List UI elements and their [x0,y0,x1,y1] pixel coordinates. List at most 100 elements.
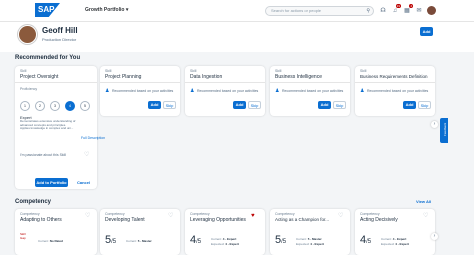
card-kind: Skill [20,69,27,73]
current-rating: Current: 4 - Expert [211,237,236,241]
card-name: Project Planning [105,74,142,80]
competency-card[interactable]: Competency Acting as a Champion for... ♡… [270,209,350,255]
competency-card[interactable]: Competency Leveraging Opportunities ♥ 4/… [185,209,265,255]
skill-card[interactable]: Skill Business Intelligence ♟ Recommende… [270,66,350,116]
recommended-title: Recommended for You [15,55,81,61]
expected-rating: Expected: 4 - Expert [211,242,239,246]
profile-title: Production Director [42,37,77,42]
chat-icon[interactable]: ✉ [414,6,424,16]
cancel-button[interactable]: Cancel [77,180,90,185]
score-max: /5 [281,239,287,245]
shell-bar: SAP Growth Portfolio ▾ Search for action… [0,0,474,22]
card-name: Adapting to Others [20,217,62,223]
card-kind: Competency [20,212,40,216]
recommendation-icon: ♟ [105,88,110,94]
view-all-link[interactable]: View All [416,199,431,204]
level-3-radio[interactable]: 3 [50,101,60,111]
current-rating: Current: No Rated [38,239,63,243]
headset-icon[interactable]: ☊ [378,6,388,16]
current-label: Current: [381,237,392,241]
competency-card[interactable]: Competency Developing Talent ♡ 5/5 Curre… [100,209,180,255]
divider [15,82,97,83]
profile-header: Geoff Hill Production Director Add [0,22,474,52]
card-kind: Skill [190,69,197,73]
feedback-tab[interactable]: Feedback [440,118,448,143]
skip-button[interactable]: Skip [248,101,261,109]
bell-icon[interactable]: ♫ 19 [390,4,401,16]
add-button[interactable]: Add [148,101,161,109]
level-1-radio[interactable]: 1 [20,101,30,111]
recommendation-text: Recommended based on your activities [197,89,259,93]
scroll-right-button[interactable]: › [431,121,438,128]
notification-badge: 19 [395,4,401,8]
current-value: 5 - Master [137,239,152,243]
current-label: Current: [211,237,222,241]
level-4-radio[interactable]: 4 [65,101,75,111]
sap-logo[interactable]: SAP [35,3,60,17]
heart-icon[interactable]: ♡ [168,213,173,219]
competency-score: 5/5 [105,234,116,246]
add-button[interactable]: Add [403,101,416,109]
passion-text: I'm passionate about this Skill [20,153,66,157]
apps-badge: 4 [409,4,413,8]
current-value: 4 - Expert [222,237,237,241]
heart-icon[interactable]: ♡ [423,213,428,219]
card-name: Acting as a Champion for... [275,217,330,222]
skip-button[interactable]: Skip [163,101,176,109]
competency-card[interactable]: Competency Acting Decisively ♡ 4/5 Curre… [355,209,435,255]
expected-value: 4 - Expert [225,242,239,246]
add-button[interactable]: Add [233,101,246,109]
heart-icon[interactable]: ♡ [338,213,343,219]
competency-score: 4/5 [360,234,371,246]
card-kind: Competency [275,212,295,216]
add-button[interactable]: Add [420,27,433,36]
skip-button[interactable]: Skip [333,101,346,109]
app-menu-button[interactable]: Growth Portfolio ▾ [85,7,128,13]
divider [100,82,180,83]
level-description: Demonstrates extensive understanding of … [20,119,76,131]
recommendation-text: Recommended based on your activities [112,89,174,93]
score-max: /5 [111,239,117,245]
current-rating: Current: 5 - Master [296,237,322,241]
search-input[interactable]: Search for actions or people ⚲ [265,6,374,16]
expected-rating: Expected: 4 - Expert [381,242,409,246]
apps-grid-icon[interactable]: ▦ 4 [402,4,413,16]
card-name: Project Oversight [20,74,59,80]
expected-label: Expected: [211,242,225,246]
skill-card[interactable]: Skill Data Ingestion ♟ Recommended based… [185,66,265,116]
feedback-label: Feedback [443,122,447,136]
skill-card[interactable]: Skill Business Requirements Definition ♟… [355,66,435,116]
competency-title: Competency [15,199,52,205]
current-value: 4 - Expert [392,237,407,241]
proficiency-label: Proficiency [20,87,38,91]
current-rating: Current: 4 - Expert [381,237,406,241]
recommendation-icon: ♟ [360,88,365,94]
search-icon[interactable]: ⚲ [366,7,370,15]
competency-card[interactable]: Competency Adapting to Others ♡ Skill Ga… [15,209,97,255]
expected-rating: Expected: 4 - Expert [296,242,324,246]
level-2-radio[interactable]: 2 [35,101,45,111]
expected-value: 4 - Expert [395,242,409,246]
full-description-link[interactable]: Full Description [81,136,105,140]
divider [355,82,435,83]
current-label: Current: [126,239,137,243]
heart-filled-icon[interactable]: ♥ [251,213,255,219]
skill-card[interactable]: Skill Project Planning ♟ Recommended bas… [100,66,180,116]
search-placeholder: Search for actions or people [271,8,322,13]
current-rating: Current: 5 - Master [126,239,152,243]
heart-icon[interactable]: ♡ [84,152,89,158]
skip-button[interactable]: Skip [418,101,431,109]
competency-scroll-right-button[interactable]: › [431,233,438,240]
card-kind: Skill [360,69,367,73]
level-5-radio[interactable]: 5 [80,101,90,111]
add-to-portfolio-button[interactable]: Add to Portfolio [35,178,68,187]
expected-label: Expected: [381,242,395,246]
card-kind: Skill [105,69,112,73]
profile-avatar [18,25,37,44]
heart-icon[interactable]: ♡ [85,213,90,219]
current-label: Current: [296,237,307,241]
current-value: 5 - Master [307,237,322,241]
add-button[interactable]: Add [318,101,331,109]
card-kind: Competency [190,212,210,216]
user-avatar-button[interactable] [427,6,436,15]
